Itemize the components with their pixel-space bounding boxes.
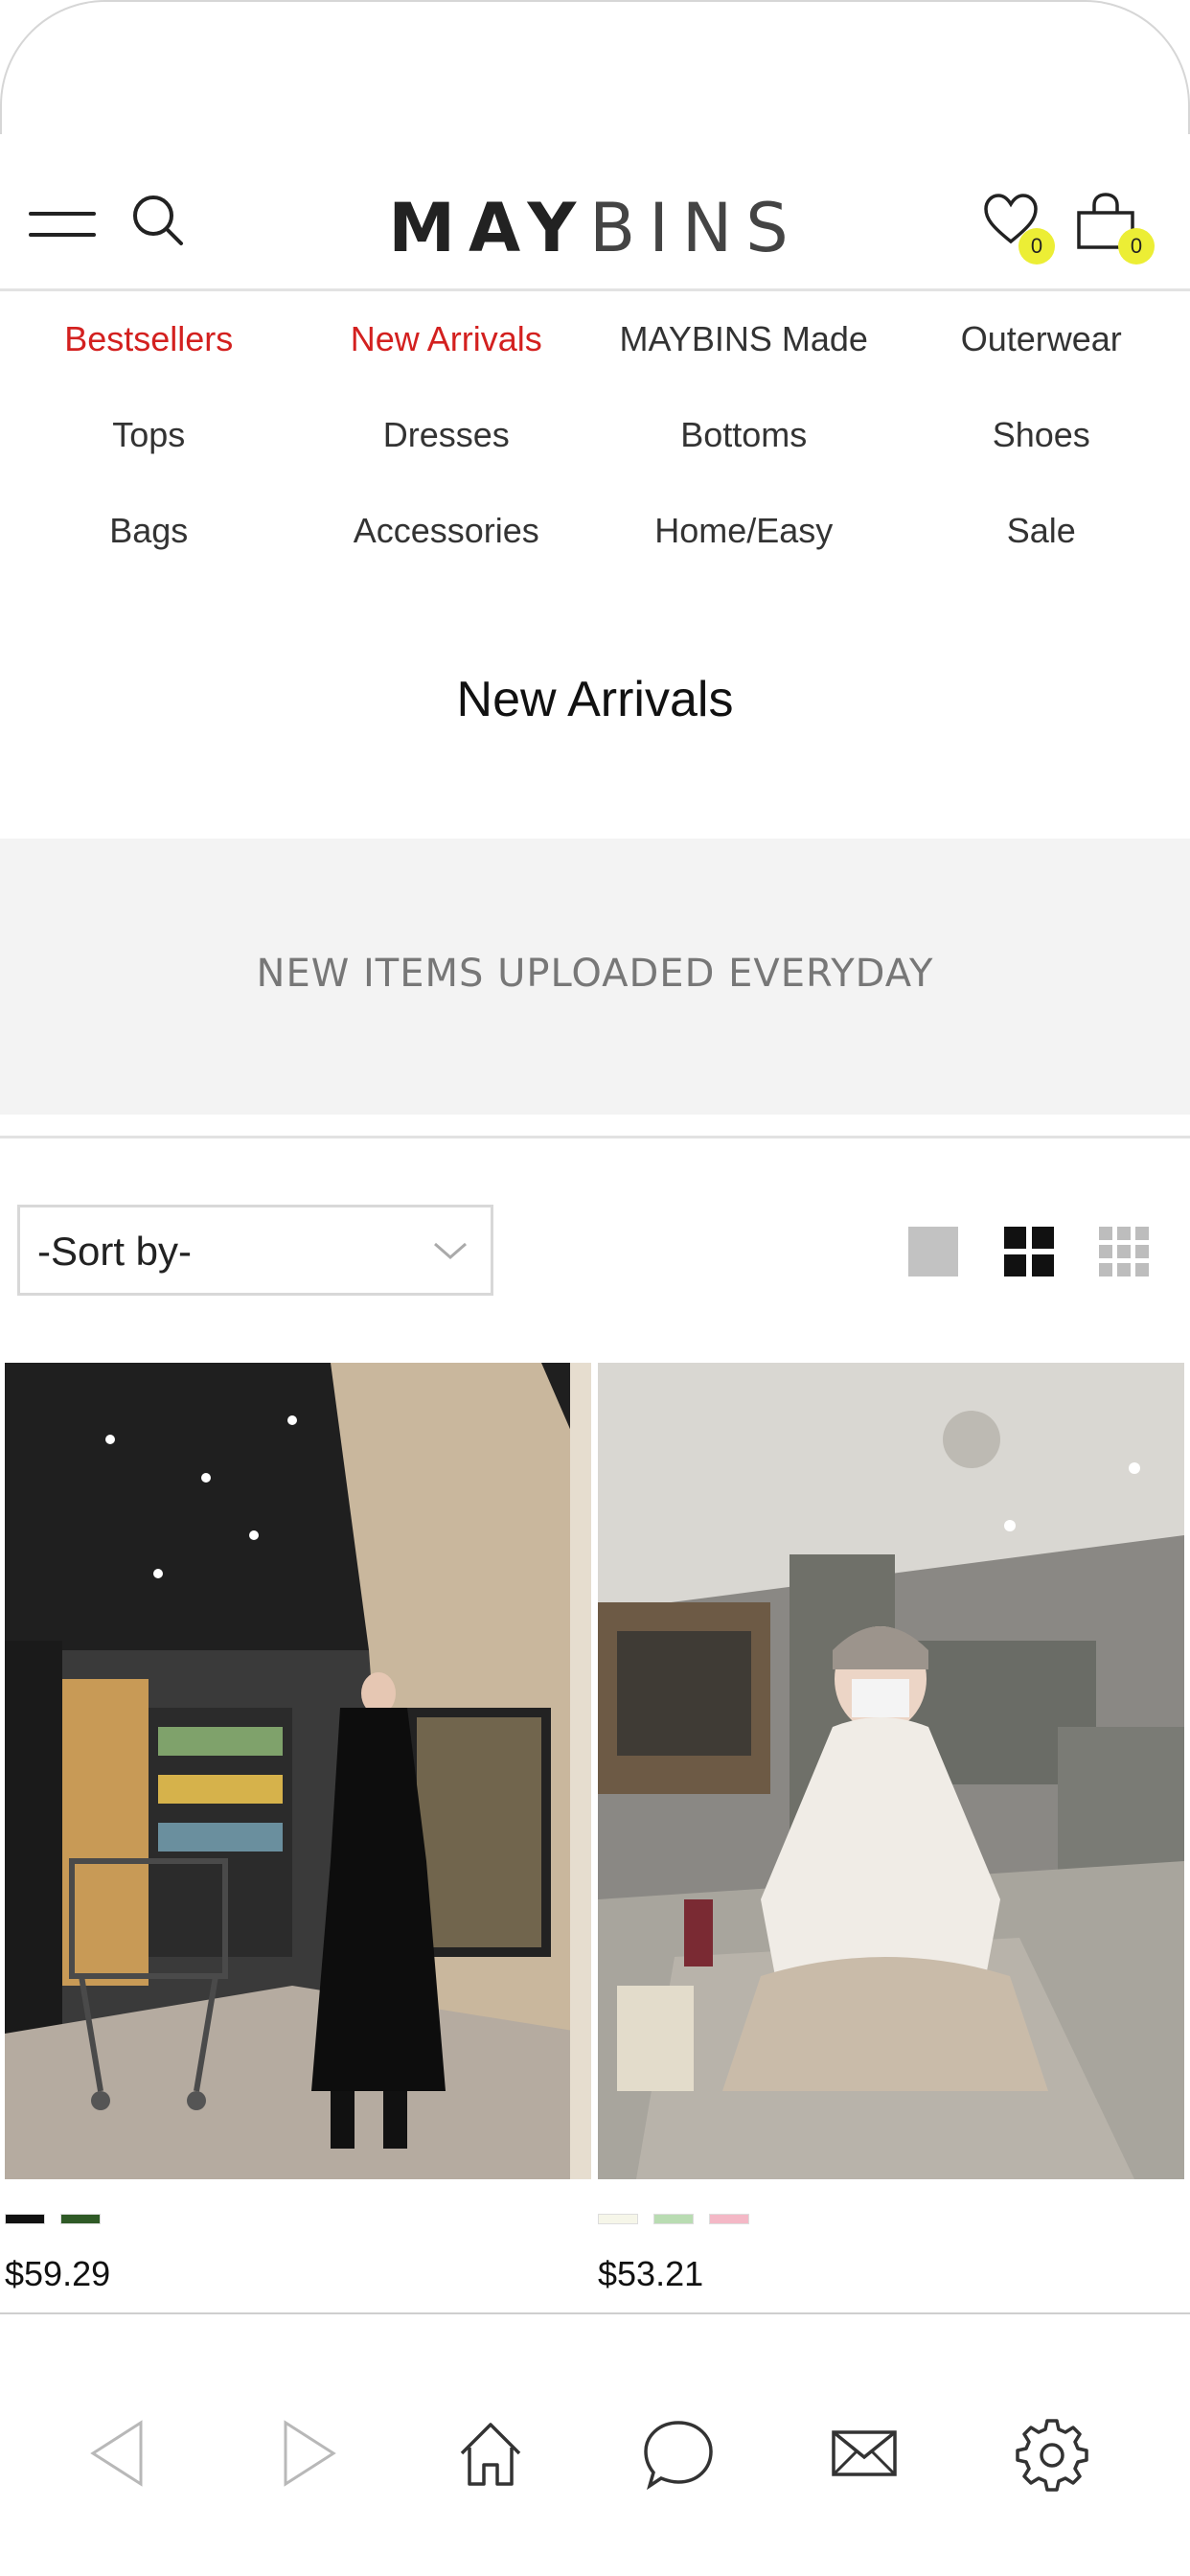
swatch-green[interactable]	[60, 2214, 101, 2224]
product-image[interactable]	[5, 1363, 591, 2179]
bottom-toolbar	[0, 2358, 1190, 2540]
swatch-black[interactable]	[5, 2214, 45, 2224]
device-frame	[0, 0, 1190, 134]
banner-divider	[0, 1136, 1190, 1138]
product-card[interactable]: $59.29	[5, 1363, 591, 2293]
triangle-left-icon	[90, 2420, 143, 2487]
category-new-arrivals[interactable]: New Arrivals	[298, 291, 596, 387]
category-row: Bags Accessories Home/Easy Sale	[0, 483, 1190, 579]
forward-button[interactable]	[268, 2415, 345, 2492]
product-card[interactable]: $53.21	[598, 1363, 1184, 2293]
swatch-mint[interactable]	[653, 2214, 694, 2224]
category-shoes[interactable]: Shoes	[893, 387, 1190, 483]
category-tops[interactable]: Tops	[0, 387, 298, 483]
swatch-pink[interactable]	[709, 2214, 749, 2224]
gear-icon	[1016, 2419, 1088, 2492]
sort-selected-value: -Sort by-	[37, 1229, 193, 1274]
logo-part-2: BINS	[589, 189, 802, 267]
product-price: $59.29	[5, 2254, 111, 2293]
category-dresses[interactable]: Dresses	[298, 387, 596, 483]
product-price: $53.21	[598, 2254, 704, 2293]
triangle-right-icon	[284, 2420, 336, 2487]
promo-banner: NEW ITEMS UPLOADED EVERYDAY	[0, 839, 1190, 1115]
product-image[interactable]	[598, 1363, 1184, 2179]
cart-button[interactable]: 0	[1075, 192, 1161, 268]
mail-button[interactable]	[826, 2415, 903, 2492]
wishlist-button[interactable]: 0	[982, 192, 1059, 268]
category-bags[interactable]: Bags	[0, 483, 298, 579]
category-sale[interactable]: Sale	[893, 483, 1190, 579]
envelope-icon	[832, 2430, 897, 2476]
chevron-down-icon	[434, 1242, 467, 1259]
chat-bubble-icon	[644, 2421, 713, 2491]
category-row: Tops Dresses Bottoms Shoes	[0, 387, 1190, 483]
category-bottoms[interactable]: Bottoms	[595, 387, 893, 483]
search-icon[interactable]	[129, 192, 187, 249]
back-button[interactable]	[81, 2415, 158, 2492]
home-icon	[460, 2423, 521, 2486]
cart-count-badge: 0	[1118, 228, 1155, 264]
view-three-column-button[interactable]	[1099, 1227, 1149, 1276]
settings-button[interactable]	[1014, 2415, 1090, 2492]
category-home-easy[interactable]: Home/Easy	[595, 483, 893, 579]
home-button[interactable]	[452, 2415, 529, 2492]
site-header: MAYBINS 0 0	[0, 163, 1190, 288]
grid-3x3-icon	[1099, 1227, 1149, 1276]
page-title: New Arrivals	[456, 672, 734, 727]
category-row: Bestsellers New Arrivals MAYBINS Made Ou…	[0, 291, 1190, 387]
category-bestsellers[interactable]: Bestsellers	[0, 291, 298, 387]
category-nav: Bestsellers New Arrivals MAYBINS Made Ou…	[0, 291, 1190, 579]
grid-2x2-icon	[1004, 1227, 1054, 1276]
category-accessories[interactable]: Accessories	[298, 483, 596, 579]
color-swatches	[598, 2214, 749, 2224]
wishlist-count-badge: 0	[1018, 228, 1055, 264]
swatch-ivory[interactable]	[598, 2214, 638, 2224]
hamburger-icon[interactable]	[29, 206, 96, 244]
view-two-column-button[interactable]	[1004, 1227, 1054, 1276]
content-divider	[0, 2312, 1190, 2314]
banner-text: NEW ITEMS UPLOADED EVERYDAY	[256, 952, 934, 996]
color-swatches	[5, 2214, 101, 2224]
sort-dropdown[interactable]: -Sort by-	[17, 1205, 493, 1296]
category-outerwear[interactable]: Outerwear	[893, 291, 1190, 387]
brand-logo[interactable]: MAYBINS	[364, 190, 826, 266]
category-maybins-made[interactable]: MAYBINS Made	[595, 291, 893, 387]
chat-button[interactable]	[640, 2415, 717, 2492]
logo-part-1: MAY	[388, 189, 590, 267]
view-single-column-button[interactable]	[908, 1227, 958, 1276]
